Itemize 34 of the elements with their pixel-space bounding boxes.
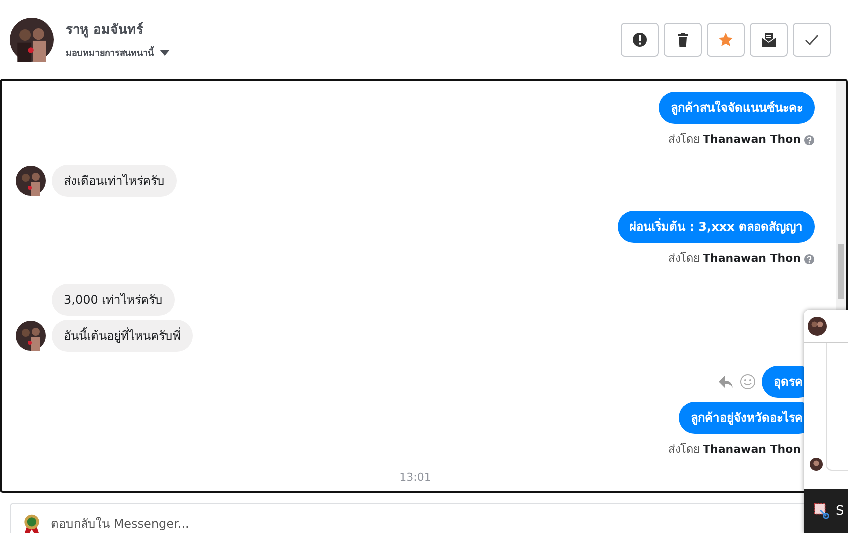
help-icon[interactable] — [804, 254, 815, 264]
avatar — [810, 458, 823, 471]
reply-icon[interactable] — [718, 374, 734, 390]
envelope-icon — [761, 32, 777, 48]
snipping-tool-icon[interactable] — [814, 502, 831, 520]
trash-icon — [675, 32, 691, 48]
mail-button[interactable] — [750, 22, 788, 56]
alert-button[interactable] — [621, 22, 659, 56]
avatar — [10, 18, 54, 62]
contact-name: ราหู อมจันทร์ — [66, 21, 145, 40]
message-bubble: ส่งเดือนเท่าไหร่ครับ — [52, 165, 177, 197]
sender-label: ส่งโดย Thanawan Thon — [668, 133, 801, 147]
reply-input[interactable]: ตอบกลับใน Messenger... — [51, 515, 837, 533]
alert-icon — [632, 32, 648, 48]
check-button[interactable] — [793, 22, 831, 56]
sender-label: ส่งโดย Thanawan Thon — [668, 443, 801, 457]
scrollbar-thumb[interactable] — [838, 244, 844, 299]
avatar — [808, 316, 827, 336]
caret-icon — [160, 50, 170, 56]
avatar — [16, 166, 46, 196]
avatar — [16, 321, 46, 351]
sender-label: ส่งโดย Thanawan Thon — [668, 252, 801, 266]
star-button[interactable] — [707, 22, 745, 56]
message-bubble: ผ่อนเริ่มต้น : 3,xxx ตลอดสัญญา — [618, 211, 815, 243]
assign-dropdown[interactable]: มอบหมายการสนทนานี้ — [66, 46, 170, 60]
star-icon — [718, 32, 734, 48]
help-icon[interactable] — [804, 134, 815, 146]
message-bubble: อันนี้เต้นอยู่ที่ไหนครับพี่ — [52, 320, 193, 352]
taskbar-label[interactable]: S — [836, 504, 844, 518]
timestamp: 13:01 — [398, 471, 432, 486]
trash-button[interactable] — [664, 22, 702, 56]
emoji-icon[interactable] — [740, 374, 756, 390]
message-bubble: 3,000 เท่าไหร่ครับ — [52, 284, 176, 316]
message-bubble: ลูกค้าสนใจจัดแนนซ์นะคะ — [659, 92, 815, 124]
